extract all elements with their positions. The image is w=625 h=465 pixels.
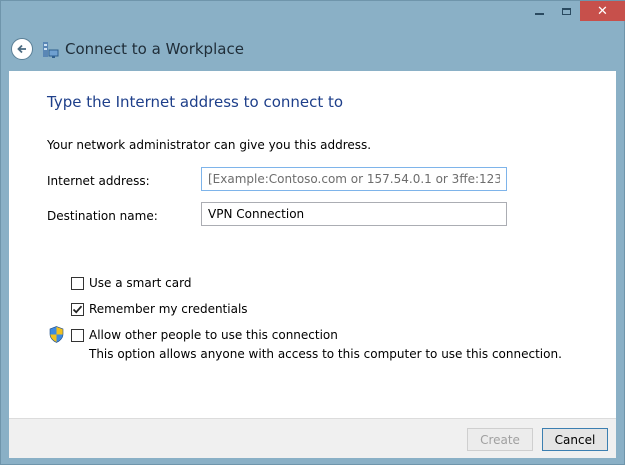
allow-others-note: This option allows anyone with access to…	[89, 347, 562, 361]
navigation-bar: Connect to a Workplace	[1, 29, 624, 69]
back-arrow-icon	[17, 44, 26, 54]
allow-others-checkbox[interactable]	[71, 328, 84, 342]
maximize-icon	[562, 7, 571, 15]
smart-card-label: Use a smart card	[89, 276, 192, 290]
destination-name-label: Destination name:	[47, 209, 158, 223]
checkmark-icon	[72, 305, 83, 314]
workplace-network-icon	[43, 42, 59, 58]
internet-address-label: Internet address:	[47, 174, 150, 188]
page-description: Your network administrator can give you …	[47, 138, 372, 152]
internet-address-input[interactable]	[201, 167, 507, 191]
remember-credentials-label: Remember my credentials	[89, 302, 248, 316]
remember-credentials-option[interactable]: Remember my credentials	[71, 302, 248, 316]
wizard-title: Connect to a Workplace	[65, 40, 244, 58]
smart-card-checkbox[interactable]	[71, 276, 84, 290]
minimize-icon	[535, 13, 544, 15]
uac-shield-icon	[49, 326, 64, 343]
create-button[interactable]: Create	[467, 428, 533, 451]
page-heading: Type the Internet address to connect to	[47, 93, 344, 111]
cancel-button[interactable]: Cancel	[542, 428, 608, 451]
close-button[interactable]: ✕	[580, 1, 625, 21]
wizard-window: ✕ Connect to a Workplace Type the Intern…	[0, 0, 625, 465]
close-icon: ✕	[597, 3, 608, 19]
maximize-button[interactable]	[553, 1, 580, 21]
back-button[interactable]	[11, 38, 33, 60]
remember-credentials-checkbox[interactable]	[71, 302, 84, 316]
minimize-button[interactable]	[526, 1, 553, 21]
allow-others-label: Allow other people to use this connectio…	[89, 328, 338, 342]
wizard-footer: Create Cancel	[9, 418, 616, 458]
destination-name-input[interactable]	[201, 202, 507, 226]
allow-others-option[interactable]: Allow other people to use this connectio…	[71, 328, 338, 342]
wizard-content: Type the Internet address to connect to …	[9, 71, 616, 418]
smart-card-option[interactable]: Use a smart card	[71, 276, 191, 290]
